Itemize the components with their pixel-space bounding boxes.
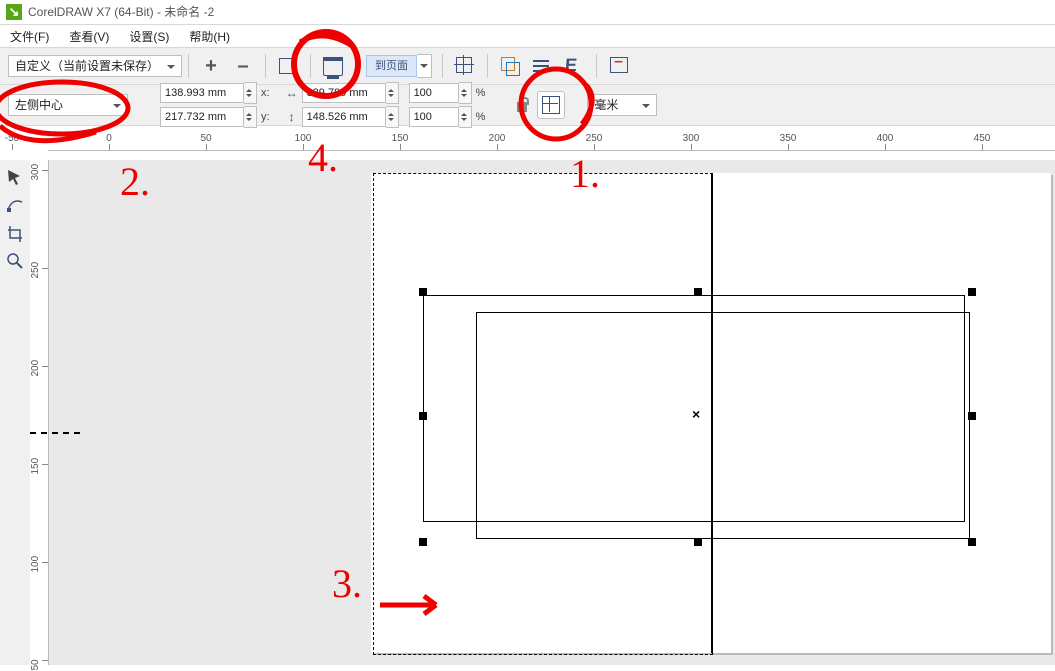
lock-ratio-toggle[interactable] [515, 96, 531, 114]
main-toolbar: 自定义（当前设置未保存） + – 到页面 [0, 48, 1055, 85]
plus-icon: + [205, 55, 217, 78]
percent-label: % [476, 87, 486, 99]
annotation-2: 2. [120, 158, 150, 205]
zoom-tool[interactable] [2, 248, 28, 274]
app-logo: ↘ [6, 4, 22, 20]
to-page-tab[interactable]: 到页面 [366, 55, 417, 77]
left-toolbox [0, 160, 31, 665]
bars-button[interactable] [528, 52, 556, 80]
ruler-horizontal[interactable]: -50050100150200250300350400450500 [48, 132, 1055, 151]
width-icon: ↔ [284, 85, 300, 101]
sel-handle-nw[interactable] [419, 288, 427, 296]
annotation-3: 3. [332, 560, 362, 607]
separator [487, 54, 488, 78]
guide-line[interactable] [30, 432, 80, 434]
height-icon: ↕ [284, 109, 300, 125]
width-input[interactable]: 339.799 mm [302, 83, 386, 103]
frames-button[interactable] [496, 52, 524, 80]
height-input[interactable]: 148.526 mm [302, 107, 386, 127]
sel-handle-ne[interactable] [968, 288, 976, 296]
annotation-4: 4. [308, 134, 338, 181]
grid-icon [540, 94, 562, 116]
pick-tool[interactable] [2, 164, 28, 190]
bars-icon [531, 55, 553, 77]
menu-help[interactable]: 帮助(H) [189, 28, 230, 45]
sel-handle-w[interactable] [419, 412, 427, 420]
menu-settings[interactable]: 设置(S) [129, 28, 169, 45]
page-tab-group: 到页面 [366, 54, 432, 78]
sel-handle-sw[interactable] [419, 538, 427, 546]
sel-handle-se[interactable] [968, 538, 976, 546]
separator [596, 54, 597, 78]
close-icon [608, 55, 630, 77]
page-dropdown[interactable] [417, 54, 432, 78]
crop-tool[interactable] [2, 220, 28, 246]
layout-icon [279, 58, 297, 74]
preset-select[interactable]: 自定义（当前设置未保存） [8, 55, 182, 77]
layout-button[interactable] [274, 52, 302, 80]
crosshair-button[interactable] [451, 52, 479, 80]
sel-handle-s[interactable] [694, 538, 702, 546]
separator [265, 54, 266, 78]
pos-y-spinner[interactable] [244, 106, 257, 128]
menu-view[interactable]: 查看(V) [69, 28, 109, 45]
scale-h-input[interactable]: 100 [409, 107, 459, 127]
separator [310, 54, 311, 78]
curve-button[interactable] [560, 52, 588, 80]
width-spinner[interactable] [386, 82, 399, 104]
separator [188, 54, 189, 78]
add-page-button[interactable]: + [197, 52, 225, 80]
align-select[interactable]: 左侧中心 [8, 94, 128, 116]
object-rect-inner[interactable] [476, 312, 970, 539]
x-label: x: [261, 87, 270, 99]
minus-icon: – [237, 55, 248, 78]
remove-page-button[interactable]: – [229, 52, 257, 80]
sel-handle-n[interactable] [694, 288, 702, 296]
height-spinner[interactable] [386, 106, 399, 128]
scale-h-spinner[interactable] [459, 106, 472, 128]
print-button[interactable] [319, 52, 347, 80]
curve-icon [563, 55, 585, 77]
drawing-canvas[interactable]: × [48, 160, 1055, 665]
scale-w-spinner[interactable] [459, 82, 472, 104]
window-title: CorelDRAW X7 (64-Bit) - 未命名 -2 [28, 0, 214, 24]
title-bar: ↘ CorelDRAW X7 (64-Bit) - 未命名 -2 [0, 0, 1055, 25]
menu-bar: 文件(F) 查看(V) 设置(S) 帮助(H) [0, 25, 1055, 48]
property-bar: 左侧中心 138.993 mm x: 217.732 mm y: ↔339.799 … [0, 85, 1055, 126]
separator [442, 54, 443, 78]
pos-x-input[interactable]: 138.993 mm [160, 83, 244, 103]
menu-file[interactable]: 文件(F) [10, 28, 49, 45]
grid-align-button[interactable] [537, 91, 565, 119]
shape-tool[interactable] [2, 192, 28, 218]
sel-handle-e[interactable] [968, 412, 976, 420]
ruler-vertical[interactable]: 30025020015010050 [30, 160, 49, 665]
close-frame-button[interactable] [605, 52, 633, 80]
percent-label: % [476, 111, 486, 123]
workspace: 30025020015010050 × [0, 160, 1055, 665]
pos-x-spinner[interactable] [244, 82, 257, 104]
print-icon [323, 57, 343, 76]
separator [355, 54, 356, 78]
units-select[interactable]: 毫米 [587, 94, 657, 116]
pos-y-input[interactable]: 217.732 mm [160, 107, 244, 127]
annotation-1: 1. [570, 150, 600, 197]
sel-center-marker[interactable]: × [692, 406, 700, 422]
y-label: y: [261, 111, 270, 123]
crosshair-icon [454, 55, 476, 77]
scale-w-input[interactable]: 100 [409, 83, 459, 103]
frames-icon [499, 55, 521, 77]
